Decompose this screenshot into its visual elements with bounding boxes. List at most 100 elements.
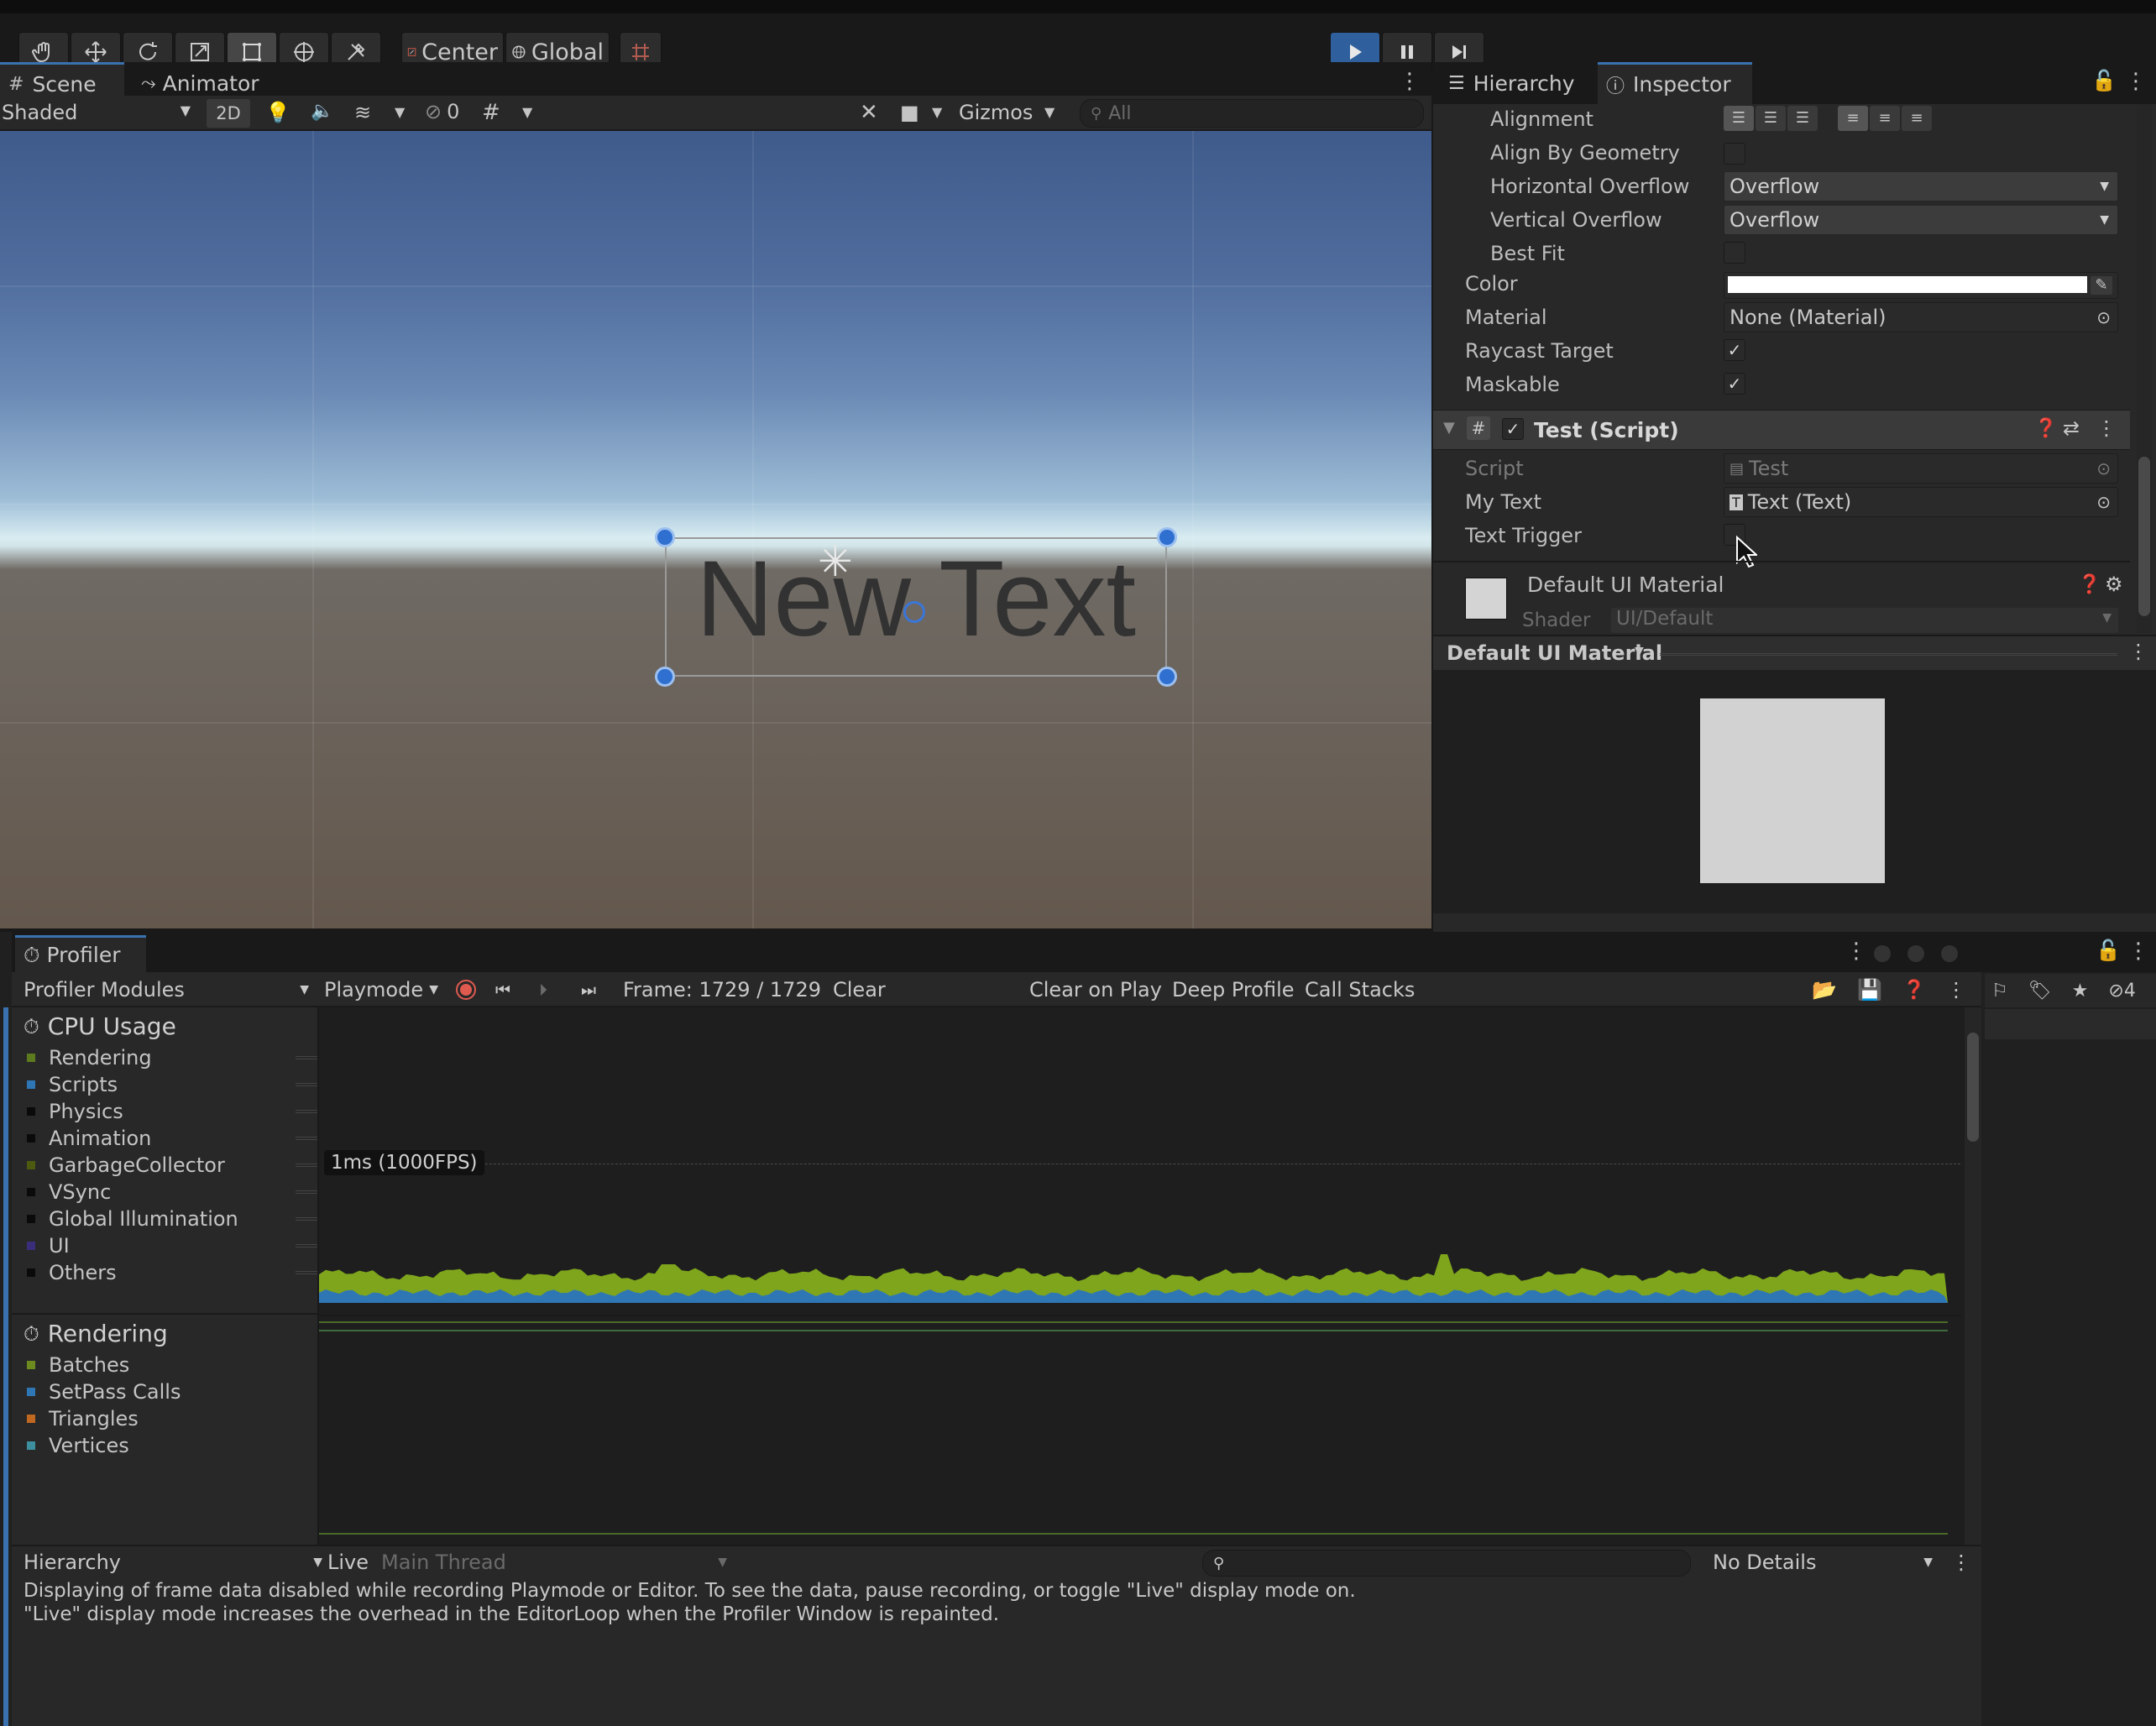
effects-dropdown-icon[interactable]: ▼ bbox=[395, 104, 405, 120]
align-center-icon[interactable]: ☰ bbox=[1756, 106, 1786, 131]
raycast-target-checkbox[interactable]: ✓ bbox=[1724, 339, 1745, 361]
component-enabled-checkbox[interactable]: ✓ bbox=[1502, 418, 1524, 440]
profiler-chart-area[interactable]: 1ms (1000FPS) bbox=[319, 1007, 1981, 1545]
first-frame-icon[interactable]: ⏮ bbox=[495, 975, 510, 1004]
gear-icon[interactable]: ⚙ bbox=[2105, 573, 2123, 596]
legend-drag-handle[interactable] bbox=[296, 1137, 317, 1140]
last-frame-icon[interactable]: ⏭ bbox=[581, 975, 596, 1004]
hidden-objects-toggle[interactable]: ⊘ 0 bbox=[425, 100, 459, 123]
pivot-circle[interactable] bbox=[903, 601, 925, 623]
my-text-field[interactable]: T Text (Text) ⊙ bbox=[1724, 487, 2118, 517]
test-script-component-header[interactable]: ▼ # ✓ Test (Script) ❓ ⇄ ⋮ bbox=[1433, 410, 2130, 450]
camera-dropdown-icon[interactable]: ▼ bbox=[932, 104, 942, 120]
align-right-icon[interactable]: ☰ bbox=[1787, 106, 1818, 131]
rendering-chart[interactable] bbox=[319, 1315, 1965, 1545]
details-dropdown[interactable]: No Details ▼ bbox=[1713, 1548, 1933, 1577]
color-field[interactable]: ✎ bbox=[1724, 272, 2118, 299]
details-more-icon[interactable]: ⋮ bbox=[1951, 1548, 1971, 1577]
legend-item[interactable]: GarbageCollector bbox=[27, 1153, 317, 1177]
legend-drag-handle[interactable] bbox=[296, 1244, 317, 1247]
best-fit-checkbox[interactable] bbox=[1724, 242, 1745, 264]
help-icon[interactable]: ❓ bbox=[2034, 418, 2057, 439]
align-top-icon[interactable]: ≡ bbox=[1838, 106, 1868, 131]
legend-drag-handle[interactable] bbox=[296, 1110, 317, 1113]
help-icon[interactable]: ❓ bbox=[1902, 975, 1925, 1004]
gizmos-button[interactable]: Gizmos bbox=[959, 101, 1033, 124]
lock-icon[interactable]: 🔓 bbox=[2096, 939, 2121, 962]
load-profile-icon[interactable]: 📂 bbox=[1812, 975, 1837, 1004]
clear-button[interactable]: Clear bbox=[833, 975, 886, 1004]
hidden-packages-toggle[interactable]: ⊘ 4 bbox=[2108, 981, 2135, 1002]
scene-search-input[interactable]: ⚲ All bbox=[1080, 99, 1424, 128]
cpu-usage-chart[interactable]: 1ms (1000FPS) bbox=[319, 1007, 1965, 1315]
tag-icon[interactable]: 🏷 bbox=[2028, 981, 2052, 1002]
horizontal-overflow-dropdown[interactable]: Overflow ▼ bbox=[1724, 171, 2118, 201]
scrollbar-thumb[interactable] bbox=[1967, 1033, 1979, 1142]
maskable-checkbox[interactable]: ✓ bbox=[1724, 373, 1745, 395]
lock-icon[interactable]: 🔓 bbox=[2091, 69, 2117, 92]
shading-mode-dropdown[interactable]: Shaded ▼ bbox=[2, 101, 191, 124]
scene-viewport[interactable]: New Text ✳ bbox=[0, 131, 1431, 928]
inspector-scrollbar[interactable] bbox=[2137, 104, 2152, 633]
tab-hierarchy[interactable]: ☰ Hierarchy bbox=[1440, 62, 1596, 104]
vertical-overflow-dropdown[interactable]: Overflow ▼ bbox=[1724, 205, 2118, 235]
legend-item[interactable]: Scripts bbox=[27, 1073, 317, 1096]
profiler-modules-dropdown[interactable]: Profiler Modules ▼ bbox=[24, 975, 309, 1004]
legend-drag-handle[interactable] bbox=[296, 1217, 317, 1221]
legend-item[interactable]: SetPass Calls bbox=[27, 1380, 181, 1404]
hierarchy-view-dropdown[interactable]: Hierarchy ▼ bbox=[24, 1548, 322, 1577]
details-search-input[interactable]: ⚲ bbox=[1202, 1550, 1691, 1577]
component-more-icon[interactable]: ⋮ bbox=[2096, 416, 2117, 440]
legend-item[interactable]: Physics bbox=[27, 1100, 317, 1123]
audio-toggle-icon[interactable]: 🔈 bbox=[311, 101, 333, 122]
legend-drag-handle[interactable] bbox=[296, 1190, 317, 1194]
help-icon[interactable]: ❓ bbox=[2078, 574, 2101, 595]
align-by-geometry-checkbox[interactable] bbox=[1724, 143, 1745, 165]
scene-more-icon[interactable]: ⋮ bbox=[1399, 69, 1421, 94]
tab-profiler[interactable]: ⏱ Profiler bbox=[15, 935, 146, 972]
legend-item[interactable]: Global Illumination bbox=[27, 1207, 317, 1231]
deep-profile-button[interactable]: Deep Profile bbox=[1172, 975, 1295, 1004]
call-stacks-button[interactable]: Call Stacks bbox=[1305, 975, 1415, 1004]
lighting-toggle-icon[interactable]: 💡 bbox=[265, 101, 290, 124]
chart-scrollbar[interactable] bbox=[1965, 1007, 1981, 1545]
profiler-toolbar-more-icon[interactable]: ⋮ bbox=[1946, 975, 1966, 1004]
align-middle-icon[interactable]: ≡ bbox=[1870, 106, 1900, 131]
grid-dropdown-icon[interactable]: ▼ bbox=[522, 104, 532, 120]
grid-toggle-icon[interactable]: # bbox=[482, 100, 500, 125]
align-bottom-icon[interactable]: ≡ bbox=[1902, 106, 1932, 131]
legend-item[interactable]: Others bbox=[27, 1261, 317, 1284]
clear-on-play-button[interactable]: Clear on Play bbox=[1029, 975, 1162, 1004]
legend-drag-handle[interactable] bbox=[296, 1271, 317, 1274]
rendering-module-header[interactable]: ⏱ Rendering bbox=[24, 1320, 168, 1347]
legend-item[interactable]: Vertices bbox=[27, 1434, 129, 1457]
align-left-icon[interactable]: ☰ bbox=[1724, 106, 1754, 131]
record-button[interactable] bbox=[452, 977, 480, 1002]
eyedropper-icon[interactable]: ✎ bbox=[2091, 276, 2112, 295]
camera-icon[interactable]: ■ bbox=[900, 101, 919, 124]
legend-drag-handle[interactable] bbox=[296, 1056, 317, 1059]
preview-drag-handle[interactable] bbox=[1660, 653, 2117, 656]
thread-dropdown[interactable]: Main Thread ▼ bbox=[381, 1548, 727, 1577]
legend-item[interactable]: Triangles bbox=[27, 1407, 139, 1430]
legend-item[interactable]: Batches bbox=[27, 1353, 129, 1377]
scrollbar-thumb[interactable] bbox=[2138, 457, 2150, 616]
inspector-more-icon[interactable]: ⋮ bbox=[2125, 69, 2147, 94]
object-picker-icon[interactable]: ⊙ bbox=[2096, 492, 2111, 512]
legend-item[interactable]: Rendering bbox=[27, 1046, 317, 1070]
playmode-dropdown[interactable]: Playmode ▼ bbox=[324, 975, 438, 1004]
preview-title[interactable]: Default UI Material bbox=[1447, 641, 1662, 665]
object-picker-icon[interactable]: ⊙ bbox=[2096, 307, 2111, 327]
profiler-more-icon[interactable]: ⋮ bbox=[1845, 939, 1867, 964]
star-icon[interactable]: ★ bbox=[2072, 981, 2089, 1002]
legend-item[interactable]: VSync bbox=[27, 1180, 317, 1204]
preview-more-icon[interactable]: ⋮ bbox=[2128, 640, 2148, 663]
effects-toggle-icon[interactable]: ≋ bbox=[354, 101, 371, 124]
cpu-usage-module-header[interactable]: ⏱ CPU Usage bbox=[24, 1012, 176, 1040]
tools-toggle-icon[interactable]: ✕ bbox=[860, 100, 878, 125]
preset-icon[interactable]: ⇄ bbox=[2063, 416, 2080, 440]
legend-drag-handle[interactable] bbox=[296, 1164, 317, 1167]
foldout-arrow-icon[interactable]: ▼ bbox=[1443, 419, 1455, 437]
legend-item[interactable]: Animation bbox=[27, 1127, 317, 1150]
gizmos-dropdown-icon[interactable]: ▼ bbox=[1044, 104, 1054, 120]
